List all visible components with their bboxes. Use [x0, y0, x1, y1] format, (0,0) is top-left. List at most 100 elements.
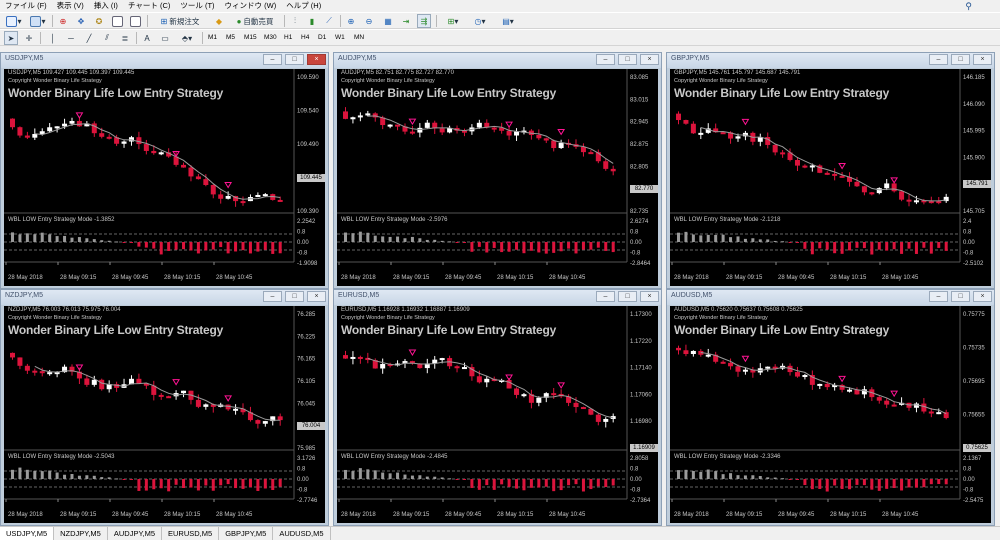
indicator-bar: [840, 242, 844, 254]
chart-window-titlebar[interactable]: USDJPY,M5 – □ ×: [1, 53, 328, 68]
new-order-button[interactable]: ⊞ 新規注文: [151, 14, 209, 28]
auto-trading-button[interactable]: ● 自動売買: [229, 14, 281, 28]
templates-button[interactable]: ▤ ▾: [496, 14, 520, 28]
indicator-bar: [107, 477, 111, 479]
tile-windows-button[interactable]: ▦: [381, 14, 395, 28]
timeframe-m15[interactable]: M15: [242, 32, 259, 44]
maximize-button[interactable]: □: [285, 291, 304, 302]
timeframe-w1[interactable]: W1: [333, 32, 347, 44]
menu-tools[interactable]: ツール (T): [175, 0, 219, 12]
auto-scroll-button[interactable]: ⇶: [417, 14, 431, 28]
price-chart[interactable]: 76.285 76.225 76.165 76.105 76.045 76.004 75.9…: [4, 306, 325, 523]
close-button[interactable]: ×: [973, 54, 992, 65]
close-button[interactable]: ×: [973, 291, 992, 302]
text-button[interactable]: A: [140, 31, 154, 45]
new-chart-button[interactable]: ▾: [4, 14, 24, 28]
tab-audjpy[interactable]: AUDJPY,M5: [108, 527, 162, 540]
chart-window[interactable]: GBPJPY,M5 – □ × 146.185 146.090 145.995 145.900…: [666, 52, 995, 289]
chart-window-titlebar[interactable]: AUDUSD,M5 – □ ×: [667, 290, 994, 305]
maximize-button[interactable]: □: [285, 54, 304, 65]
minimize-button[interactable]: –: [596, 54, 615, 65]
text-label-button[interactable]: ▭: [158, 31, 172, 45]
candle-body: [91, 379, 97, 385]
tab-audusd[interactable]: AUDUSD,M5: [273, 527, 331, 540]
indicator-bar: [410, 236, 414, 242]
price-chart[interactable]: 1.17300 1.17220 1.17140 1.17060 1.16980 1.169…: [337, 306, 658, 523]
trendline-button[interactable]: ╱: [82, 31, 96, 45]
zoom-out-button[interactable]: ⊖: [362, 14, 376, 28]
indicator-bar: [388, 236, 392, 242]
profiles-button[interactable]: ▾: [28, 14, 48, 28]
menu-insert[interactable]: 挿入 (I): [89, 0, 123, 12]
ohlc-readout: NZDJPY,M5 76.003 76.013 75.975 76.004: [8, 307, 121, 313]
tab-eurusd[interactable]: EURUSD,M5: [162, 527, 220, 540]
metaeditor-button[interactable]: ◆: [212, 14, 226, 28]
chart-window[interactable]: EURUSD,M5 – □ × 1.17300 1.17220 1.17140 1.17060…: [333, 289, 662, 526]
chart-window-titlebar[interactable]: GBPJPY,M5 – □ ×: [667, 53, 994, 68]
menu-view[interactable]: 表示 (V): [52, 0, 89, 12]
timeframe-m1[interactable]: M1: [206, 32, 219, 44]
menu-chart[interactable]: チャート (C): [123, 0, 175, 12]
vertical-line-button[interactable]: │: [46, 31, 60, 45]
indicators-button[interactable]: ⊞ ▾: [441, 14, 465, 28]
line-chart-button[interactable]: ⟋: [322, 14, 336, 28]
price-chart[interactable]: 146.185 146.090 145.995 145.900 145.791 145.7…: [670, 69, 991, 286]
crosshair-button[interactable]: ✛: [22, 31, 36, 45]
timeframe-d1[interactable]: D1: [316, 32, 328, 44]
zoom-in-button[interactable]: ⊕: [344, 14, 358, 28]
price-chart[interactable]: 0.75775 0.75735 0.75695 0.75655 0.75625 2.136…: [670, 306, 991, 523]
price-chart[interactable]: 83.085 83.015 82.945 82.875 82.805 82.770 82.7…: [337, 69, 658, 286]
close-button[interactable]: ×: [307, 54, 326, 65]
horizontal-line-button[interactable]: ─: [64, 31, 78, 45]
cursor-button[interactable]: ➤: [4, 31, 18, 45]
strategy-tester-button[interactable]: [128, 14, 142, 28]
chart-window-titlebar[interactable]: NZDJPY,M5 – □ ×: [1, 290, 328, 305]
minimize-button[interactable]: –: [929, 291, 948, 302]
close-button[interactable]: ×: [640, 291, 659, 302]
menu-window[interactable]: ウィンドウ (W): [220, 0, 282, 12]
timeframe-m5[interactable]: M5: [224, 32, 237, 44]
bar-chart-button[interactable]: ⫶: [288, 14, 302, 28]
chart-window[interactable]: AUDJPY,M5 – □ × 83.085 83.015 82.945 82.875 82.8…: [333, 52, 662, 289]
chart-window[interactable]: AUDUSD,M5 – □ × 0.75775 0.75735 0.75695 0.75655…: [666, 289, 995, 526]
timeframe-mn[interactable]: MN: [352, 32, 366, 44]
chart-window-titlebar[interactable]: EURUSD,M5 – □ ×: [334, 290, 661, 305]
menu-file[interactable]: ファイル (F): [0, 0, 52, 12]
chart-window[interactable]: NZDJPY,M5 – □ × 76.285 76.225 76.165 76.105 76.0…: [0, 289, 329, 526]
tab-nzdjpy[interactable]: NZDJPY,M5: [54, 527, 108, 540]
timeframe-h1[interactable]: H1: [282, 32, 294, 44]
chart-window-titlebar[interactable]: AUDJPY,M5 – □ ×: [334, 53, 661, 68]
maximize-button[interactable]: □: [618, 54, 637, 65]
price-chart[interactable]: 109.590 109.540 109.490 109.445 109.390 2.254…: [4, 69, 325, 286]
tab-gbpjpy[interactable]: GBPJPY,M5: [219, 527, 274, 540]
close-button[interactable]: ×: [640, 54, 659, 65]
arrows-button[interactable]: ⬘ ▾: [176, 31, 198, 45]
maximize-button[interactable]: □: [951, 54, 970, 65]
chart-canvas: 83.08583.01582.94582.87582.80582.77082.7…: [337, 69, 651, 281]
market-watch-button[interactable]: ⊕: [56, 14, 70, 28]
minimize-button[interactable]: –: [596, 291, 615, 302]
close-button[interactable]: ×: [307, 291, 326, 302]
candlestick-button[interactable]: ▮: [305, 14, 319, 28]
search-icon[interactable]: ⚲: [965, 1, 972, 12]
equidistant-channel-button[interactable]: ⫽: [100, 31, 114, 45]
tab-usdjpy[interactable]: USDJPY,M5: [0, 527, 55, 540]
data-window-button[interactable]: ✥: [74, 14, 88, 28]
navigator-button[interactable]: ✪: [92, 14, 106, 28]
timeframe-m30[interactable]: M30: [262, 32, 279, 44]
chart-shift-button[interactable]: ⇥: [399, 14, 413, 28]
indicator-bar: [241, 479, 245, 489]
chart-window[interactable]: USDJPY,M5 –□× 109.590 109.540 109.490 109.445…: [0, 52, 329, 289]
minimize-button[interactable]: –: [263, 54, 282, 65]
periods-button[interactable]: ◷ ▾: [468, 14, 492, 28]
terminal-button[interactable]: [110, 14, 124, 28]
indicator-bar: [440, 240, 444, 242]
menu-help[interactable]: ヘルプ (H): [281, 0, 326, 12]
minimize-button[interactable]: –: [929, 54, 948, 65]
fibonacci-button[interactable]: ≣: [118, 31, 132, 45]
timeframe-h4[interactable]: H4: [299, 32, 311, 44]
minimize-button[interactable]: –: [263, 291, 282, 302]
maximize-button[interactable]: □: [951, 291, 970, 302]
indicator-bar: [211, 479, 215, 491]
maximize-button[interactable]: □: [618, 291, 637, 302]
